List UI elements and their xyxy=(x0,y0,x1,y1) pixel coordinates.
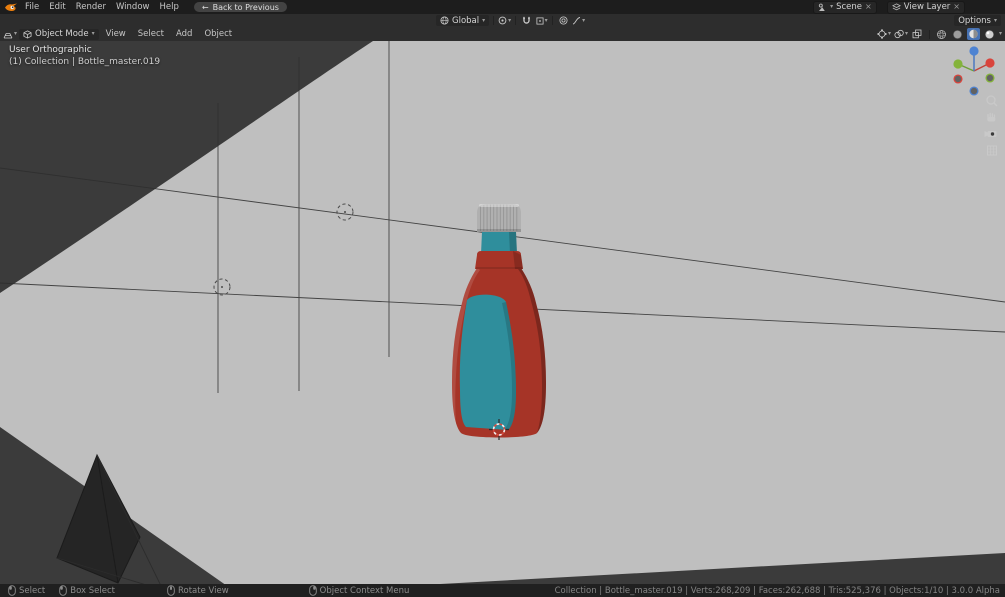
axis-x-handle[interactable] xyxy=(985,58,995,68)
unlink-scene-icon[interactable]: × xyxy=(865,3,872,11)
scene-statistics: Collection | Bottle_master.019 | Verts:2… xyxy=(554,585,1000,596)
keymap-hint: Select xyxy=(8,585,45,596)
shading-wireframe-button[interactable] xyxy=(935,28,948,40)
overlays-dropdown[interactable]: ▾ xyxy=(894,29,908,40)
mouse-middle-icon xyxy=(167,585,175,596)
separator xyxy=(493,16,495,25)
view-layer-selector[interactable]: View Layer × xyxy=(886,0,965,14)
globe-icon xyxy=(440,16,449,25)
proportional-falloff-dropdown[interactable]: ▾ xyxy=(572,15,585,26)
navigation-gizmo xyxy=(953,46,998,156)
magnet-icon xyxy=(522,16,531,25)
topbar-right: ▾ Scene × View Layer × xyxy=(813,0,1005,14)
viewport-editor-icon xyxy=(3,29,13,39)
mouse-right-icon xyxy=(308,585,317,596)
snap-target-dropdown[interactable]: ▾ xyxy=(535,15,548,26)
active-object-label: (1) Collection | Bottle_master.019 xyxy=(9,57,161,67)
camera-view-button[interactable] xyxy=(984,131,997,137)
blender-window: File Edit Render Window Help ← Back to P… xyxy=(0,0,1005,597)
pivot-point-dropdown[interactable]: ▾ xyxy=(498,15,511,26)
scene-icon xyxy=(818,3,827,12)
topbar: File Edit Render Window Help ← Back to P… xyxy=(0,0,1005,14)
viewport-3d[interactable]: User Orthographic (1) Collection | Bottl… xyxy=(0,41,1005,584)
separator xyxy=(928,29,930,39)
chevron-down-icon: ▾ xyxy=(482,16,486,24)
transform-orientation-dropdown[interactable]: Global ▾ xyxy=(436,15,490,26)
shading-dropdown[interactable]: ▾ xyxy=(999,31,1002,37)
shading-material-preview-button[interactable] xyxy=(966,28,980,40)
mouse-left-drag-icon xyxy=(59,585,67,596)
keymap-hint: Rotate View xyxy=(167,585,229,596)
snap-toggle[interactable] xyxy=(520,15,533,26)
chevron-down-icon: ▾ xyxy=(830,3,834,10)
cap-top-highlight xyxy=(479,204,519,207)
menu-file[interactable]: File xyxy=(20,0,44,14)
axis-y-negative-handle[interactable] xyxy=(985,73,995,83)
menu-select[interactable]: Select xyxy=(133,27,169,41)
menu-view[interactable]: View xyxy=(101,27,131,41)
back-arrow-icon: ← xyxy=(201,2,209,12)
zoom-button[interactable] xyxy=(986,95,998,107)
view-layer-icon xyxy=(891,2,901,12)
viewport-canvas[interactable] xyxy=(0,41,1005,584)
axis-z-negative-handle[interactable] xyxy=(969,86,979,96)
axis-z-handle[interactable] xyxy=(969,46,979,56)
axis-y-handle[interactable] xyxy=(953,59,963,69)
scene-selector[interactable]: ▾ Scene × xyxy=(813,0,877,14)
gizmos-dropdown[interactable]: ▾ xyxy=(877,29,891,40)
menu-object[interactable]: Object xyxy=(199,27,237,41)
perspective-toggle-button[interactable] xyxy=(987,145,997,156)
shading-solid-button[interactable] xyxy=(951,28,964,40)
menu-help[interactable]: Help xyxy=(154,0,183,14)
object-mode-icon xyxy=(23,29,32,39)
xray-toggle[interactable] xyxy=(911,29,924,40)
options-dropdown[interactable]: Options ▾ xyxy=(954,15,1001,26)
mouse-left-icon xyxy=(8,585,16,596)
mode-selector[interactable]: Object Mode ▾ xyxy=(19,28,99,40)
back-to-previous-button[interactable]: ← Back to Previous xyxy=(193,2,287,12)
statusbar: Select Box Select Rotate View Object Con… xyxy=(0,584,1005,597)
viewport-header-right: ▾ ▾ ▾ xyxy=(877,28,1002,40)
editor-type-dropdown[interactable]: ▾ xyxy=(3,29,17,40)
blender-logo-icon[interactable] xyxy=(4,2,18,12)
viewport-header-row2: Global ▾ ▾ ▾ ▾ Options ▾ xyxy=(0,14,1005,28)
keymap-hint: Box Select xyxy=(59,585,115,596)
shading-rendered-button[interactable] xyxy=(983,28,996,40)
keymap-hint: Object Context Menu xyxy=(308,585,409,596)
neck-shadow xyxy=(509,232,517,254)
menu-window[interactable]: Window xyxy=(111,0,155,14)
unlink-view-layer-icon[interactable]: × xyxy=(953,3,960,11)
pan-hand-button[interactable] xyxy=(987,112,996,122)
separator xyxy=(552,16,554,25)
view-name-label: User Orthographic xyxy=(9,45,92,55)
menu-add[interactable]: Add xyxy=(171,27,197,41)
menu-render[interactable]: Render xyxy=(71,0,111,14)
menu-edit[interactable]: Edit xyxy=(44,0,70,14)
axis-x-negative-handle[interactable] xyxy=(953,74,963,84)
proportional-editing-toggle[interactable] xyxy=(557,15,570,26)
viewport-header-row3: ▾ Object Mode ▾ View Select Add Object ▾ xyxy=(0,27,1005,42)
cap-bottom-shadow xyxy=(477,229,521,232)
separator xyxy=(515,16,517,25)
